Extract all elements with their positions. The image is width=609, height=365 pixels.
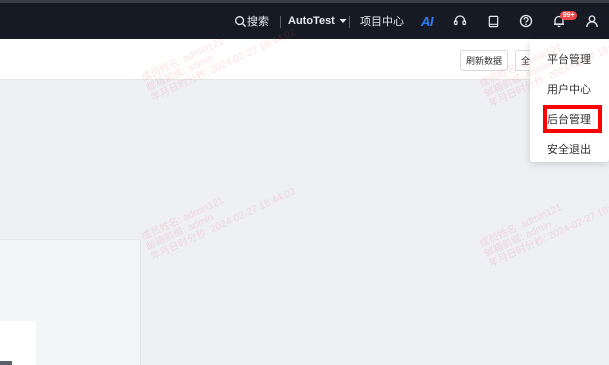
- menu-item-logout[interactable]: 安全退出: [530, 136, 609, 162]
- highlight-box: [543, 105, 602, 133]
- watermark-line: 邮箱前缀: admin: [144, 212, 216, 253]
- watermark-line: 成员姓名: admin121: [478, 202, 564, 250]
- search-label: 搜索: [247, 16, 269, 28]
- user-dropdown-menu: 平台管理 用户中心 后台管理 安全退出: [530, 40, 609, 162]
- notifications-button[interactable]: [552, 3, 566, 39]
- notification-badge: 99+: [560, 11, 577, 20]
- docs-button[interactable]: [487, 3, 500, 39]
- scrollbar-thumb[interactable]: [0, 361, 12, 365]
- project-center-label: 项目中心: [360, 16, 404, 28]
- user-icon: [586, 15, 598, 28]
- watermark-line: 年月日时分秒: 2024-02-27 18:44:02: [487, 192, 609, 270]
- search-icon: [235, 15, 247, 27]
- nav-divider: [349, 16, 350, 28]
- watermark: 成员姓名: admin121 邮箱前缀: admin 年月日时分秒: 2024-…: [140, 166, 298, 263]
- ai-label: AI: [421, 13, 434, 29]
- question-icon: [519, 14, 533, 28]
- content-card: [0, 321, 36, 365]
- headset-icon: [453, 15, 467, 26]
- caret-down-icon: [339, 19, 347, 23]
- search-button[interactable]: 搜索: [234, 3, 269, 39]
- watermark-line: 年月日时分秒: 2024-02-27 18:44:02: [149, 185, 298, 263]
- watermark: 成员姓名: admin121 邮箱前缀: admin 年月日时分秒: 2024-…: [478, 173, 609, 270]
- project-name: AutoTest: [288, 15, 335, 27]
- project-selector[interactable]: AutoTest: [288, 3, 348, 39]
- book-icon: [488, 15, 499, 27]
- menu-item-platform-admin[interactable]: 平台管理: [530, 46, 609, 72]
- watermark-line: 成员姓名: admin121: [140, 195, 226, 243]
- support-button[interactable]: [453, 3, 467, 39]
- project-center-link[interactable]: 项目中心: [360, 3, 404, 39]
- refresh-data-button[interactable]: 刷新数据: [460, 50, 508, 71]
- menu-item-user-center[interactable]: 用户中心: [530, 76, 609, 102]
- user-button[interactable]: [585, 3, 599, 39]
- ai-button[interactable]: AI: [421, 3, 434, 39]
- help-button[interactable]: [519, 3, 533, 39]
- watermark-line: 邮箱前缀: admin: [482, 219, 554, 260]
- page-toolbar: 刷新数据 全: [0, 39, 609, 80]
- top-navbar: 搜索 AutoTest 项目中心 AI: [0, 3, 609, 39]
- nav-divider: [280, 16, 281, 28]
